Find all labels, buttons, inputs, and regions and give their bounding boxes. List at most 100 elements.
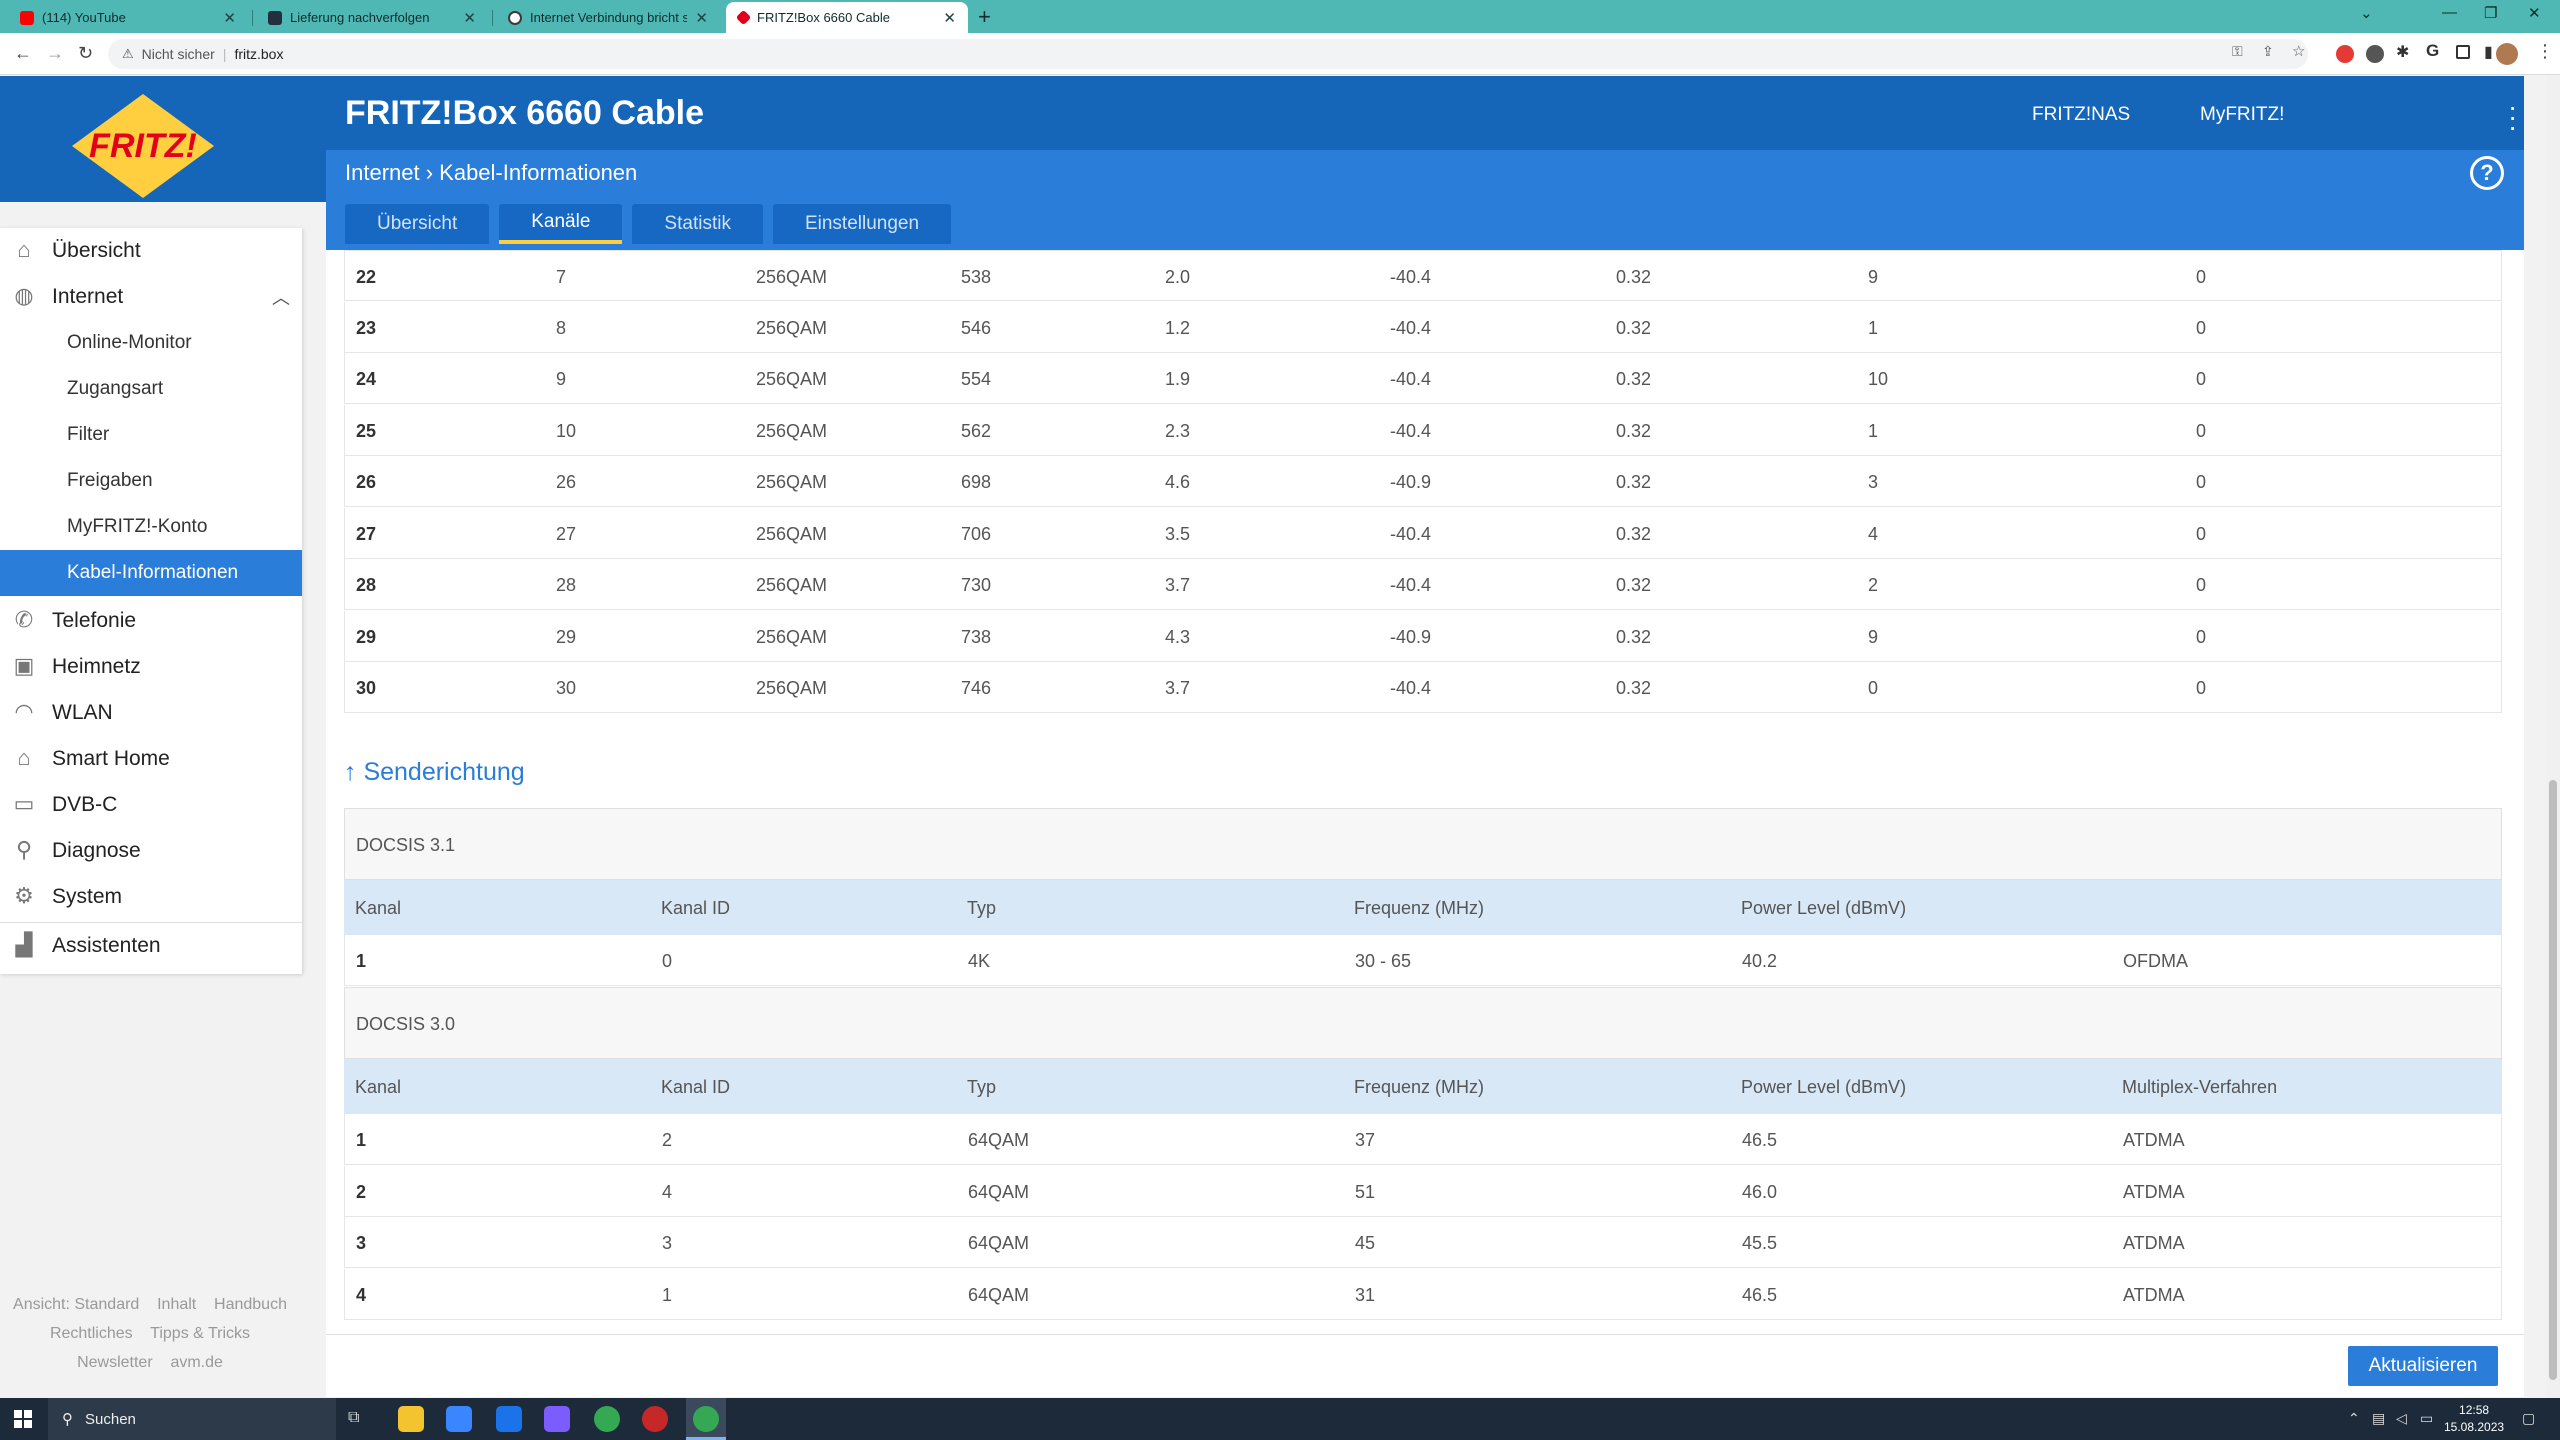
table-cell: 51 [1355, 1181, 1376, 1202]
store-icon[interactable] [446, 1406, 472, 1432]
mail-icon[interactable] [496, 1406, 522, 1432]
scrollbar-thumb[interactable] [2549, 780, 2557, 1380]
network-tray-icon[interactable]: ▤ [2372, 1410, 2385, 1427]
file-explorer-icon[interactable] [398, 1406, 424, 1432]
tab-uebersicht[interactable]: Übersicht [345, 204, 490, 244]
browser-tab-youtube[interactable]: (114) YouTube ✕ [8, 2, 248, 33]
fritz-favicon-icon [735, 9, 752, 26]
sidebar-sub-filter[interactable]: Filter [0, 412, 302, 458]
sidebar-item-diagnose[interactable]: ⚲ Diagnose [0, 828, 302, 874]
adblock-icon[interactable] [2336, 45, 2354, 63]
tab-kanaele[interactable]: Kanäle [499, 204, 623, 244]
tab-einstellungen[interactable]: Einstellungen [772, 204, 952, 244]
media-player-icon[interactable] [544, 1406, 570, 1432]
sidepanel-icon[interactable] [2456, 45, 2470, 59]
share-icon[interactable]: ⇪ [2262, 43, 2280, 61]
sidebar-sub-online-monitor[interactable]: Online-Monitor [0, 320, 302, 366]
sidebar-sub-freigaben[interactable]: Freigaben [0, 458, 302, 504]
close-icon[interactable]: ✕ [223, 9, 236, 27]
sidebar-sub-zugangsart[interactable]: Zugangsart [0, 366, 302, 412]
omnibox[interactable]: ⚠ Nicht sicher | fritz.box [108, 39, 2308, 69]
close-icon[interactable]: ✕ [463, 9, 476, 27]
sidebar-item-internet[interactable]: ◍ Internet ︿ [0, 274, 302, 320]
speaker-icon[interactable]: ◁ [2396, 1410, 2407, 1427]
sidebar-item-label: System [52, 885, 123, 908]
notification-icon[interactable]: ▢ [2522, 1410, 2535, 1427]
table-cell: 0 [2196, 575, 2207, 595]
kebab-menu-icon[interactable]: · · · [2508, 93, 2517, 141]
content-tabs: Übersicht Kanäle Statistik Einstellungen [345, 204, 952, 244]
browser-tab-forum[interactable]: Internet Verbindung bricht ständig ✕ [496, 2, 720, 33]
col-power-level: Power Level (dBmV) [1741, 1077, 1907, 1097]
table-cell: -40.4 [1390, 678, 1432, 698]
browser-tab-amazon[interactable]: Lieferung nachverfolgen ✕ [256, 2, 488, 33]
reload-icon[interactable]: ↻ [78, 43, 93, 64]
app-icon[interactable] [642, 1406, 668, 1432]
table-cell: 1 [1868, 317, 1879, 338]
sidebar-item-telefonie[interactable]: ✆ Telefonie [0, 598, 302, 644]
active-chrome-window[interactable] [686, 1398, 726, 1440]
avatar[interactable] [2496, 43, 2518, 65]
google-icon[interactable]: G [2426, 41, 2444, 60]
minimize-icon[interactable]: — [2442, 4, 2457, 21]
footer-link-handbuch[interactable]: Handbuch [214, 1296, 287, 1313]
puzzle-icon[interactable]: ✱ [2396, 42, 2414, 61]
refresh-button[interactable]: Aktualisieren [2348, 1346, 2498, 1386]
table-cell: 706 [961, 523, 992, 544]
sidebar-item-assistenten[interactable]: ▟ Assistenten [0, 922, 302, 968]
sidebar-item-label: Assistenten [52, 933, 161, 957]
table-cell: 2.3 [1165, 420, 1191, 441]
table-row: 2 4 64QAM 51 46.0 ATDMA [344, 1165, 2502, 1217]
tab-statistik[interactable]: Statistik [632, 204, 763, 244]
footer-link-newsletter[interactable]: Newsletter [77, 1354, 153, 1371]
docsis30-column-headers: Kanal Kanal ID Typ Frequenz (MHz) Power … [344, 1059, 2502, 1114]
myfritz-link[interactable]: MyFRITZ! [2200, 104, 2284, 126]
forward-icon[interactable]: → [46, 43, 64, 64]
extension-icon[interactable] [2366, 45, 2384, 63]
restore-icon[interactable]: ❐ [2484, 4, 2497, 22]
browser-tab-fritzbox[interactable]: FRITZ!Box 6660 Cable ✕ [726, 2, 968, 33]
key-icon[interactable]: ⚿ [2232, 43, 2250, 61]
col-typ: Typ [967, 898, 997, 918]
sidebar-item-uebersicht[interactable]: ⌂ Übersicht [0, 228, 302, 274]
sidebar-item-system[interactable]: ⚙ System [0, 874, 302, 920]
tab-search-icon[interactable]: ⌄ [2360, 4, 2373, 22]
fritz-logo-icon[interactable]: FRITZ! [68, 90, 218, 202]
footer-link-rechtliches[interactable]: Rechtliches [50, 1325, 133, 1342]
sidebar-sub-kabel-informationen[interactable]: Kabel-Informationen [0, 550, 302, 596]
sidebar-item-heimnetz[interactable]: ▣ Heimnetz [0, 644, 302, 690]
table-row: 1 2 64QAM 37 46.5 ATDMA [344, 1114, 2502, 1165]
bookmark-star-icon[interactable]: ☆ [2292, 42, 2310, 60]
sidebar-item-wlan[interactable]: ◠ WLAN [0, 690, 302, 736]
close-icon[interactable]: ✕ [695, 9, 708, 27]
warning-icon[interactable]: ⚠ [122, 46, 134, 62]
footer-link-ansicht[interactable]: Ansicht: Standard [13, 1296, 139, 1313]
table-cell: 0.32 [1616, 575, 1652, 595]
sidebar-item-label: Heimnetz [52, 655, 141, 678]
table-cell: 64QAM [968, 1284, 1030, 1305]
new-tab-icon[interactable]: + [978, 4, 991, 30]
table-row: 23 8 256QAM 546 1.2 -40.4 0.32 1 0 [344, 301, 2502, 353]
task-view-icon[interactable]: ⧉ [348, 1409, 374, 1435]
fritznas-link[interactable]: FRITZ!NAS [2032, 104, 2130, 126]
taskbar-search[interactable]: ⚲ Suchen [48, 1398, 336, 1440]
window-close-icon[interactable]: ✕ [2528, 4, 2541, 22]
close-icon[interactable]: ✕ [943, 9, 956, 27]
windows-start-icon[interactable] [14, 1410, 32, 1428]
chevron-up-icon[interactable]: ︿ [272, 284, 290, 310]
back-icon[interactable]: ← [14, 43, 32, 64]
sidebar-item-smart-home[interactable]: ⌂ Smart Home [0, 736, 302, 782]
clock[interactable]: 12:58 15.08.2023 [2444, 1402, 2504, 1436]
sidebar-sub-myfritz-konto[interactable]: MyFRITZ!-Konto [0, 504, 302, 550]
table-cell: 3.5 [1165, 523, 1191, 544]
footer-link-avm[interactable]: avm.de [170, 1354, 222, 1371]
battery-icon[interactable]: ▭ [2420, 1410, 2433, 1427]
chrome-icon[interactable] [594, 1406, 620, 1432]
table-cell: 4.3 [1165, 626, 1191, 647]
footer-link-tipps[interactable]: Tipps & Tricks [150, 1325, 250, 1342]
sidebar-item-dvbc[interactable]: ▭ DVB-C [0, 782, 302, 828]
help-icon[interactable]: ? [2470, 156, 2504, 190]
browser-menu-icon[interactable]: ⋮ [2536, 41, 2554, 61]
tray-chevron-icon[interactable]: ⌃ [2348, 1410, 2360, 1427]
footer-link-inhalt[interactable]: Inhalt [157, 1296, 196, 1313]
